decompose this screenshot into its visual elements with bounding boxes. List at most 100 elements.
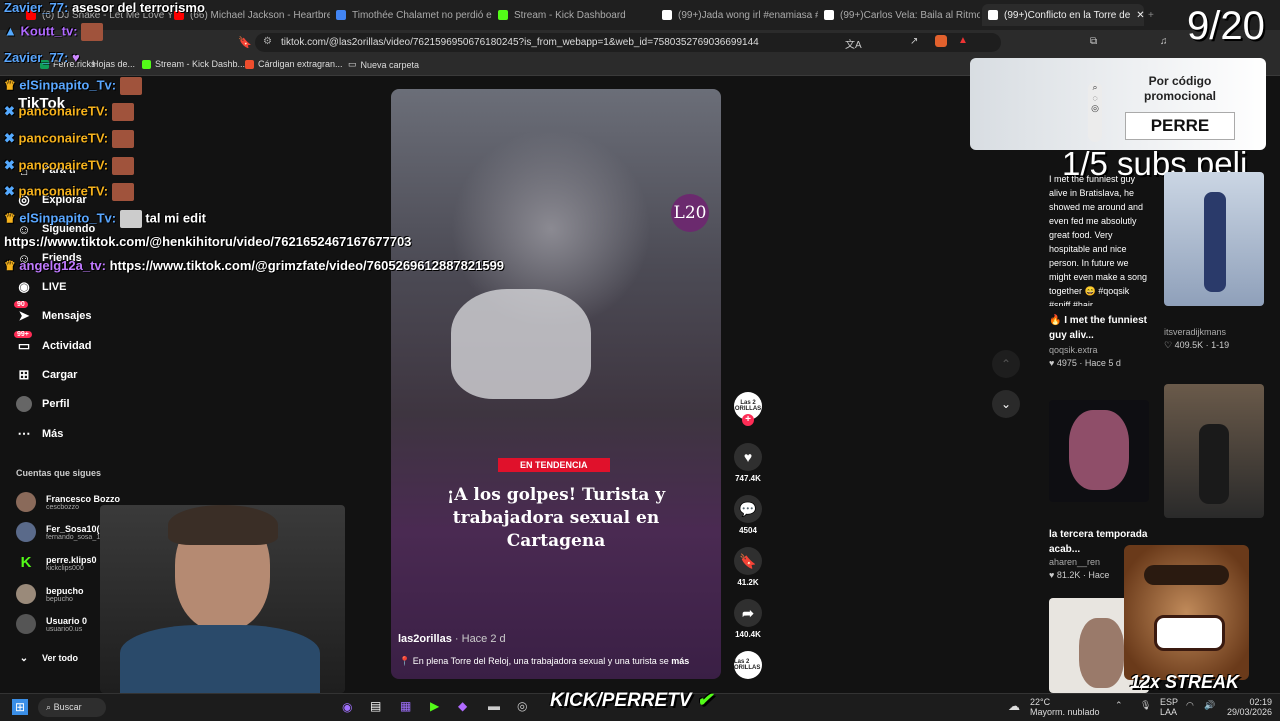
overlay-counter: 9/20 (1187, 4, 1265, 48)
windows-start-icon[interactable]: ⊞ (12, 699, 28, 715)
chat-message: ✖ panconaireTV: (4, 130, 134, 148)
clock[interactable]: 02:19 29/03/2026 (1226, 697, 1272, 717)
sidebar-item-perfil[interactable]: Perfil (16, 396, 70, 412)
bookmark-icon: 🔖 (734, 547, 762, 575)
webcam (100, 505, 345, 695)
wifi-icon[interactable]: ◠ (1186, 700, 1194, 711)
creator-avatar[interactable]: Las 2 ORILLAS + (734, 392, 762, 426)
browser-tab[interactable]: (99+)Carlos Vela: Baila al Ritmo de (818, 4, 980, 26)
reaction-emote (1124, 545, 1249, 680)
bookmark-item[interactable]: Hojas de... (92, 59, 135, 69)
chat-message: ♛ angelg12a_tv: https://www.tiktok.com/@… (4, 258, 505, 273)
chat-message: ✖ panconaireTV: (4, 157, 134, 175)
sidebar-item-cargar[interactable]: ⊞ Cargar (16, 367, 78, 383)
alert-icon[interactable]: ▲ (958, 35, 968, 46)
live-icon: ◉ (18, 279, 30, 294)
feed-author[interactable]: qoqsik.extra (1049, 345, 1098, 355)
microphone-icon[interactable]: 🎙 (1140, 700, 1151, 711)
feed-author[interactable]: aharen__ren (1049, 557, 1100, 567)
feed-thumbnail[interactable] (1164, 384, 1264, 518)
browser-tab[interactable]: (99+)Jada wong irl #enamiasa #asa (656, 4, 818, 26)
extension-icon[interactable] (935, 35, 947, 47)
weather-widget[interactable]: 22°C Mayorm. nublado (1030, 697, 1100, 717)
feed-author[interactable]: itsveradijkmans (1164, 327, 1226, 337)
feed-thumbnail[interactable] (1049, 400, 1149, 502)
feed-title[interactable]: 🔥 I met the funniest guy aliv... (1049, 313, 1149, 343)
site-info-icon[interactable]: ⚙ (263, 36, 272, 47)
feed-thumbnail[interactable] (1164, 172, 1264, 306)
translate-icon[interactable]: 文A (845, 36, 862, 51)
kick-icon (498, 10, 508, 20)
followed-account[interactable]: Kperre.klips0 kickclips000 (16, 553, 97, 573)
bookmark-item[interactable]: Stream - Kick Dashb... (142, 59, 245, 69)
kick-icon (142, 59, 151, 69)
chat-message: ✖ panconaireTV: (4, 103, 134, 121)
extensions-icon[interactable]: ⧉ (1090, 36, 1097, 47)
chevron-up-icon[interactable]: ⌃ (1115, 700, 1123, 711)
activity-icon: ▭ 99+ (14, 331, 32, 354)
share-button[interactable]: ➦ 140.4K (734, 599, 762, 639)
chevron-up-icon: ⌃ (1000, 357, 1012, 371)
video-player[interactable]: L20 EN TENDENCIA ¡A los golpes! Turista … (391, 89, 721, 679)
app-icon[interactable]: ▦ (400, 699, 411, 713)
app-icon[interactable]: ◉ (342, 700, 352, 714)
chat-emote (111, 103, 134, 121)
sidebar-item-actividad[interactable]: ▭ 99+ Actividad (14, 331, 92, 354)
taskbar-search[interactable]: ⌕ Buscar (38, 698, 106, 717)
followed-account[interactable]: bepucho bepucho (16, 584, 84, 604)
message-icon: ➤ 90 (14, 301, 32, 324)
follow-plus-icon[interactable]: + (742, 414, 754, 426)
avatar (16, 492, 36, 512)
followed-account[interactable]: Usuario 0 usuario0.us (16, 614, 87, 634)
previous-video-button[interactable]: ⌃ (992, 350, 1020, 378)
media-icon[interactable]: ♫ (1160, 36, 1168, 47)
browser-tab[interactable]: Timothée Chalamet no perdió el Os (330, 4, 492, 26)
app-icon[interactable]: ▶ (430, 699, 439, 713)
bookmark-icon[interactable]: 🔖 (238, 36, 252, 49)
save-button[interactable]: 🔖 41.2K (734, 547, 762, 587)
language-indicator[interactable]: ESP LAA (1160, 697, 1178, 717)
share-icon[interactable]: ↗ (910, 36, 918, 47)
see-all-link[interactable]: ⌄ Ver todo (16, 650, 78, 666)
chat-message: Zavier_77: asesor del terrorismo (4, 0, 205, 15)
weather-icon: ☁ (1008, 699, 1020, 713)
avatar (16, 614, 36, 634)
sound-avatar[interactable]: Las 2 ORILLAS (734, 651, 762, 682)
chat-emote (119, 77, 142, 95)
badge-icon: ▲ (4, 23, 17, 39)
url-field[interactable]: ⚙ tiktok.com/@las2orillas/video/76215969… (255, 33, 1001, 52)
sidebar-item-mas[interactable]: ⋯ Más (16, 426, 64, 442)
folder-icon: ▭ (348, 59, 357, 69)
feed-stats: ♥ 81.2K · Hace (1049, 570, 1110, 580)
like-button[interactable]: ♥ 747.4K (734, 443, 762, 483)
chevron-down-icon: ⌄ (1000, 397, 1012, 411)
unread-badge: 99+ (14, 331, 32, 338)
chat-message: Zavier_77: ♥ (4, 50, 80, 65)
new-tab-icon[interactable]: + (1142, 4, 1168, 26)
sidebar-item-live[interactable]: ◉ LIVE (16, 279, 66, 295)
volume-icon[interactable]: 🔊 (1204, 700, 1215, 711)
sword-icon: ✖ (4, 183, 15, 199)
feed-image (1079, 618, 1124, 688)
chat-message: ♛ elSinpapito_Tv: (4, 77, 142, 95)
author-link[interactable]: las2orillas (398, 633, 452, 645)
next-video-button[interactable]: ⌄ (992, 390, 1020, 418)
sword-icon: ✖ (4, 103, 15, 119)
feed-stats: ♡ 409.5K · 1-19 (1164, 340, 1230, 350)
browser-tab[interactable]: Stream - Kick Dashboard (492, 4, 654, 26)
more-icon: ⋯ (17, 426, 31, 441)
app-icon[interactable]: ◎ (517, 699, 527, 713)
chat-message: ♛ elSinpapito_Tv: tal mi edit (4, 210, 206, 228)
address-bar-area: 🔖 ⚙ tiktok.com/@las2orillas/video/762159… (0, 30, 1280, 55)
browser-tab-active[interactable]: (99+)Conflicto en la Torre de ✕ (982, 4, 1144, 26)
webcam-shirt (120, 625, 320, 695)
app-icon[interactable]: ▬ (488, 699, 500, 713)
bookmark-item[interactable]: Cárdigan extragran... (245, 59, 343, 69)
bookmark-folder[interactable]: ▭ Nueva carpeta (348, 59, 419, 70)
app-icon[interactable]: ◆ (458, 699, 467, 713)
app-icon[interactable]: ▤ (370, 699, 381, 713)
sidebar-item-mensajes[interactable]: ➤ 90 Mensajes (14, 301, 92, 324)
comment-button[interactable]: 💬 4504 (734, 495, 762, 535)
more-link[interactable]: más (671, 656, 689, 666)
video-description: 📍 En plena Torre del Reloj, una trabajad… (399, 656, 690, 666)
